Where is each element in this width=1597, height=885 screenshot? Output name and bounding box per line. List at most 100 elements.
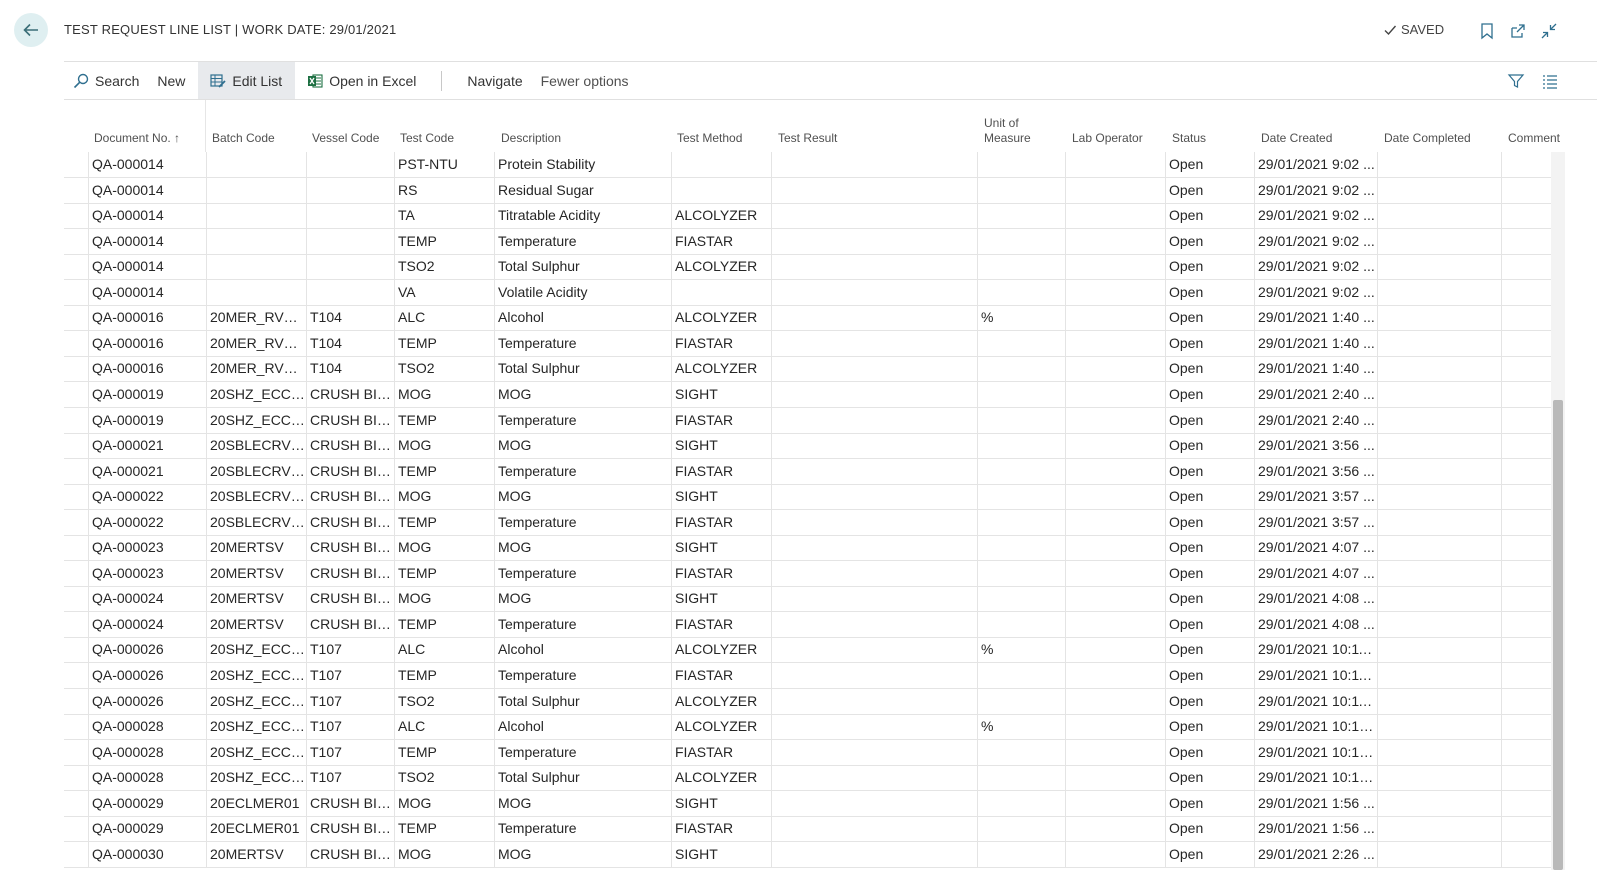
cell-status[interactable]: Open bbox=[1165, 433, 1254, 459]
row-selector[interactable] bbox=[64, 765, 88, 790]
row-selector[interactable] bbox=[64, 791, 88, 816]
cell-lab-operator[interactable] bbox=[1065, 458, 1165, 484]
cell-date-completed[interactable] bbox=[1377, 305, 1501, 331]
cell-description[interactable]: MOG bbox=[494, 790, 671, 816]
cell-unit-of-measure[interactable] bbox=[977, 203, 1065, 229]
cell-status[interactable]: Open bbox=[1165, 586, 1254, 612]
cell-batch-code[interactable]: 20SHZ_ECCLI... bbox=[206, 765, 306, 791]
row-selector[interactable] bbox=[64, 433, 88, 458]
cell-vessel-code[interactable]: CRUSH BIN 2 bbox=[306, 484, 394, 510]
cell-test-result[interactable] bbox=[771, 152, 977, 177]
cell-date-created[interactable]: 29/01/2021 2:40 ... bbox=[1254, 407, 1377, 433]
cell-unit-of-measure[interactable]: % bbox=[977, 637, 1065, 663]
cell-comment[interactable] bbox=[1501, 458, 1551, 484]
cell-date-created[interactable]: 29/01/2021 1:40 ... bbox=[1254, 305, 1377, 331]
cell-status[interactable]: Open bbox=[1165, 765, 1254, 791]
cell-description[interactable]: Alcohol bbox=[494, 637, 671, 663]
cell-vessel-code[interactable]: T104 bbox=[306, 356, 394, 382]
cell-document-no[interactable]: QA-000026 bbox=[88, 688, 206, 714]
cell-batch-code[interactable]: 20MER_RVHO... bbox=[206, 305, 306, 331]
cell-comment[interactable] bbox=[1501, 714, 1551, 740]
cell-lab-operator[interactable] bbox=[1065, 714, 1165, 740]
cell-batch-code[interactable]: 20SBLECRV_0... bbox=[206, 433, 306, 459]
cell-unit-of-measure[interactable] bbox=[977, 407, 1065, 433]
cell-batch-code[interactable]: 20SHZ_ECCLI... bbox=[206, 714, 306, 740]
cell-test-method[interactable]: FIASTAR bbox=[671, 407, 771, 433]
cell-test-code[interactable]: TSO2 bbox=[394, 356, 494, 382]
cell-test-result[interactable] bbox=[771, 535, 977, 561]
cell-test-code[interactable]: ALC bbox=[394, 305, 494, 331]
cell-test-method[interactable]: ALCOLYZER bbox=[671, 305, 771, 331]
cell-comment[interactable] bbox=[1501, 228, 1551, 254]
cell-status[interactable]: Open bbox=[1165, 739, 1254, 765]
cell-status[interactable]: Open bbox=[1165, 279, 1254, 305]
cell-comment[interactable] bbox=[1501, 816, 1551, 842]
table-row[interactable]: QA-000016 20MER_RVHO... T104 TSO2 Total Sulp… bbox=[64, 356, 1551, 383]
row-selector[interactable] bbox=[64, 203, 88, 228]
cell-vessel-code[interactable]: T107 bbox=[306, 765, 394, 791]
column-header-lab-operator[interactable]: Lab Operator bbox=[1072, 131, 1143, 146]
cell-comment[interactable] bbox=[1501, 535, 1551, 561]
cell-batch-code[interactable]: 20SHZ_ECCLI... bbox=[206, 381, 306, 407]
cell-comment[interactable] bbox=[1501, 254, 1551, 280]
cell-date-completed[interactable] bbox=[1377, 330, 1501, 356]
cell-test-code[interactable]: ALC bbox=[394, 714, 494, 740]
cell-vessel-code[interactable]: T107 bbox=[306, 739, 394, 765]
cell-description[interactable]: MOG bbox=[494, 484, 671, 510]
table-row[interactable]: QA-000029 20ECLMER01 CRUSH BIN 1 MOG MOG SIGH… bbox=[64, 790, 1551, 817]
table-row[interactable]: QA-000016 20MER_RVHO... T104 ALC Alcohol ALCO… bbox=[64, 305, 1551, 332]
cell-comment[interactable] bbox=[1501, 305, 1551, 331]
cell-comment[interactable] bbox=[1501, 765, 1551, 791]
cell-date-completed[interactable] bbox=[1377, 535, 1501, 561]
cell-description[interactable]: Total Sulphur bbox=[494, 254, 671, 280]
cell-document-no[interactable]: QA-000028 bbox=[88, 765, 206, 791]
cell-comment[interactable] bbox=[1501, 279, 1551, 305]
cell-test-result[interactable] bbox=[771, 739, 977, 765]
row-selector[interactable] bbox=[64, 714, 88, 739]
cell-lab-operator[interactable] bbox=[1065, 816, 1165, 842]
cell-comment[interactable] bbox=[1501, 841, 1551, 867]
cell-date-completed[interactable] bbox=[1377, 714, 1501, 740]
cell-test-method[interactable]: FIASTAR bbox=[671, 739, 771, 765]
cell-lab-operator[interactable] bbox=[1065, 663, 1165, 688]
cell-test-code[interactable]: MOG bbox=[394, 790, 494, 816]
cell-vessel-code[interactable]: T107 bbox=[306, 688, 394, 714]
cell-batch-code[interactable]: 20MERTSV bbox=[206, 535, 306, 561]
cell-test-result[interactable] bbox=[771, 611, 977, 637]
cell-date-completed[interactable] bbox=[1377, 688, 1501, 714]
cell-status[interactable]: Open bbox=[1165, 356, 1254, 382]
cell-lab-operator[interactable] bbox=[1065, 254, 1165, 280]
cell-description[interactable]: Protein Stability bbox=[494, 152, 671, 177]
cell-test-code[interactable]: TEMP bbox=[394, 663, 494, 688]
cell-test-method[interactable]: FIASTAR bbox=[671, 330, 771, 356]
filter-icon[interactable] bbox=[1507, 72, 1525, 90]
cell-status[interactable]: Open bbox=[1165, 330, 1254, 356]
cell-unit-of-measure[interactable] bbox=[977, 739, 1065, 765]
cell-status[interactable]: Open bbox=[1165, 177, 1254, 203]
cell-date-completed[interactable] bbox=[1377, 816, 1501, 842]
cell-batch-code[interactable] bbox=[206, 177, 306, 203]
table-row[interactable]: QA-000028 20SHZ_ECCLI... T107 ALC Alcohol ALC… bbox=[64, 714, 1551, 741]
cell-lab-operator[interactable] bbox=[1065, 330, 1165, 356]
cell-date-created[interactable]: 29/01/2021 3:57 ... bbox=[1254, 484, 1377, 510]
cell-date-completed[interactable] bbox=[1377, 790, 1501, 816]
cell-date-created[interactable]: 29/01/2021 2:26 ... bbox=[1254, 841, 1377, 867]
cell-test-result[interactable] bbox=[771, 688, 977, 714]
row-selector[interactable] bbox=[64, 663, 88, 688]
column-header-description[interactable]: Description bbox=[501, 131, 561, 146]
cell-date-created[interactable]: 29/01/2021 4:07 ... bbox=[1254, 560, 1377, 586]
cell-test-code[interactable]: MOG bbox=[394, 841, 494, 867]
cell-date-created[interactable]: 29/01/2021 1:40 ... bbox=[1254, 330, 1377, 356]
cell-test-code[interactable]: TEMP bbox=[394, 509, 494, 535]
cell-vessel-code[interactable]: CRUSH BIN 1 bbox=[306, 560, 394, 586]
cell-description[interactable]: Temperature bbox=[494, 611, 671, 637]
cell-date-created[interactable]: 29/01/2021 9:02 ... bbox=[1254, 177, 1377, 203]
row-selector[interactable] bbox=[64, 689, 88, 714]
list-view-icon[interactable] bbox=[1541, 72, 1559, 90]
cell-test-method[interactable] bbox=[671, 279, 771, 305]
cell-description[interactable]: Temperature bbox=[494, 458, 671, 484]
table-row[interactable]: QA-000030 20MERTSV CRUSH BIN 1 MOG MOG SIGHT O… bbox=[64, 841, 1551, 868]
row-selector[interactable] bbox=[64, 586, 88, 611]
table-row[interactable]: QA-000023 20MERTSV CRUSH BIN 1 TEMP Temperat… bbox=[64, 560, 1551, 587]
row-selector[interactable] bbox=[64, 280, 88, 305]
